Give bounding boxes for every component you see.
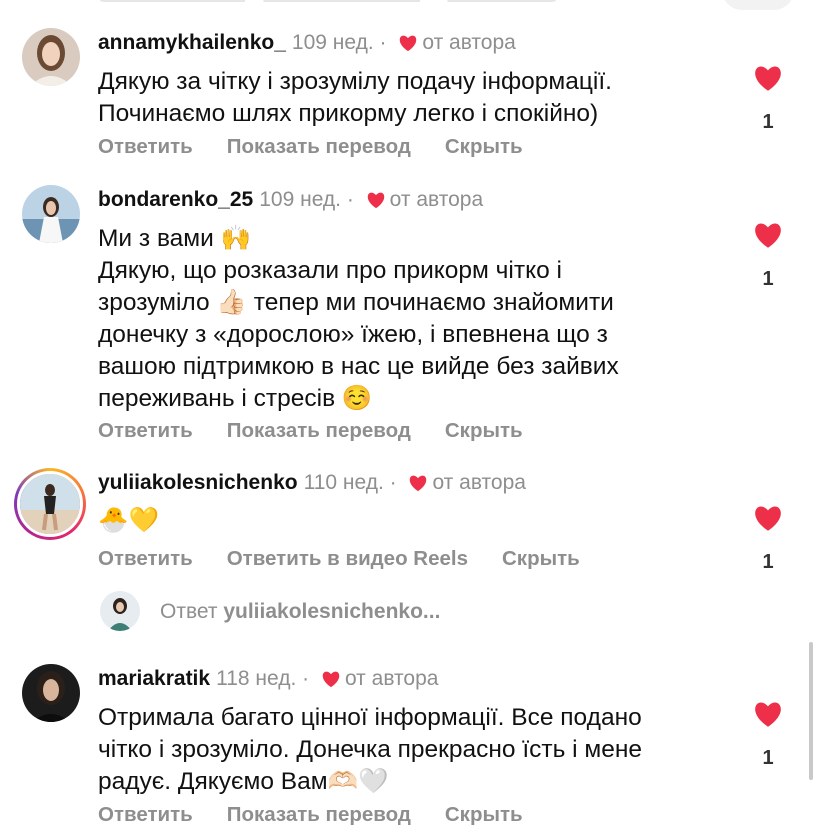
reply-username: yuliiakolesnichenko...: [223, 600, 441, 623]
translate-button[interactable]: Показать перевод: [227, 135, 411, 158]
previous-comment-edge: [0, 0, 820, 10]
comment-meta: bondarenko_25 109 нед. · от автора: [98, 187, 483, 216]
username[interactable]: yuliiakolesnichenko: [98, 471, 298, 494]
comment-text: 🐣💛: [98, 505, 160, 534]
comment-time: 110 нед.: [303, 471, 384, 494]
heart-mini-icon: [321, 669, 341, 695]
avatar[interactable]: [22, 28, 80, 86]
like-button[interactable]: 1: [750, 700, 786, 770]
like-button[interactable]: 1: [750, 221, 786, 291]
comment-text: Отримала багато цінної інформації. Все п…: [98, 704, 643, 795]
comment-actions: Ответить Показать перевод Скрыть: [98, 134, 557, 160]
avatar[interactable]: [22, 664, 80, 722]
heart-icon[interactable]: [752, 64, 784, 92]
heart-icon[interactable]: [752, 504, 784, 532]
heart-mini-icon: [398, 33, 418, 59]
comment-actions: Ответить Показать перевод Скрыть: [98, 802, 557, 828]
reply-prefix: Ответ: [160, 600, 218, 623]
like-button[interactable]: 1: [750, 504, 786, 574]
avatar[interactable]: [22, 185, 80, 243]
author-like-label: от автора: [344, 667, 439, 690]
username[interactable]: annamykhailenko_: [98, 31, 286, 54]
author-like-label: от автора: [389, 188, 484, 211]
comment-actions: Ответить Показать перевод Скрыть: [98, 418, 557, 444]
reply-button[interactable]: Ответить: [98, 803, 193, 826]
username[interactable]: bondarenko_25: [98, 188, 253, 211]
translate-button[interactable]: Показать перевод: [227, 803, 411, 826]
author-like-label: от автора: [422, 31, 516, 54]
hide-button[interactable]: Скрыть: [445, 803, 523, 826]
heart-icon[interactable]: [752, 700, 784, 728]
heart-icon[interactable]: [752, 221, 784, 249]
translate-button[interactable]: Показать перевод: [227, 419, 411, 442]
like-count: 1: [762, 747, 774, 769]
reply-button[interactable]: Ответить: [98, 135, 193, 158]
reply-button[interactable]: Ответить: [98, 419, 193, 442]
reply-button[interactable]: Ответить: [98, 547, 193, 570]
comment-meta: mariakratik 118 нед. · от автора: [98, 666, 438, 695]
hide-button[interactable]: Скрыть: [502, 547, 580, 570]
comment-text: Ми з вами 🙌 Дякую, що розказали про прик…: [98, 225, 619, 412]
username[interactable]: mariakratik: [98, 667, 210, 690]
hide-button[interactable]: Скрыть: [445, 135, 523, 158]
comment-actions: Ответить Ответить в видео Reels Скрыть: [98, 546, 614, 572]
comment-text: Дякую за чітку і зрозумілу подачу інформ…: [98, 68, 612, 127]
scrollbar[interactable]: [809, 642, 813, 780]
hide-button[interactable]: Скрыть: [445, 419, 523, 442]
author-like-label: от автора: [432, 471, 526, 494]
comment-time: 109 нед.: [259, 188, 341, 211]
comment-time: 118 нед.: [216, 667, 297, 690]
reply-with-reels-button[interactable]: Ответить в видео Reels: [227, 547, 468, 570]
comment-meta: yuliiakolesnichenko 110 нед. · от автора: [98, 470, 526, 499]
like-button[interactable]: 1: [750, 64, 786, 134]
comment-meta: annamykhailenko_ 109 нед. · от автора: [98, 30, 516, 59]
avatar-story-ring[interactable]: [14, 468, 86, 540]
view-replies-link[interactable]: Ответ yuliiakolesnichenko...: [160, 599, 440, 625]
like-count: 1: [762, 551, 774, 573]
like-count: 1: [762, 268, 774, 290]
comment-time: 109 нед.: [291, 31, 374, 54]
heart-mini-icon: [408, 473, 428, 499]
reply-avatar: [100, 591, 140, 631]
like-count: 1: [762, 111, 774, 133]
heart-mini-icon: [366, 190, 386, 216]
